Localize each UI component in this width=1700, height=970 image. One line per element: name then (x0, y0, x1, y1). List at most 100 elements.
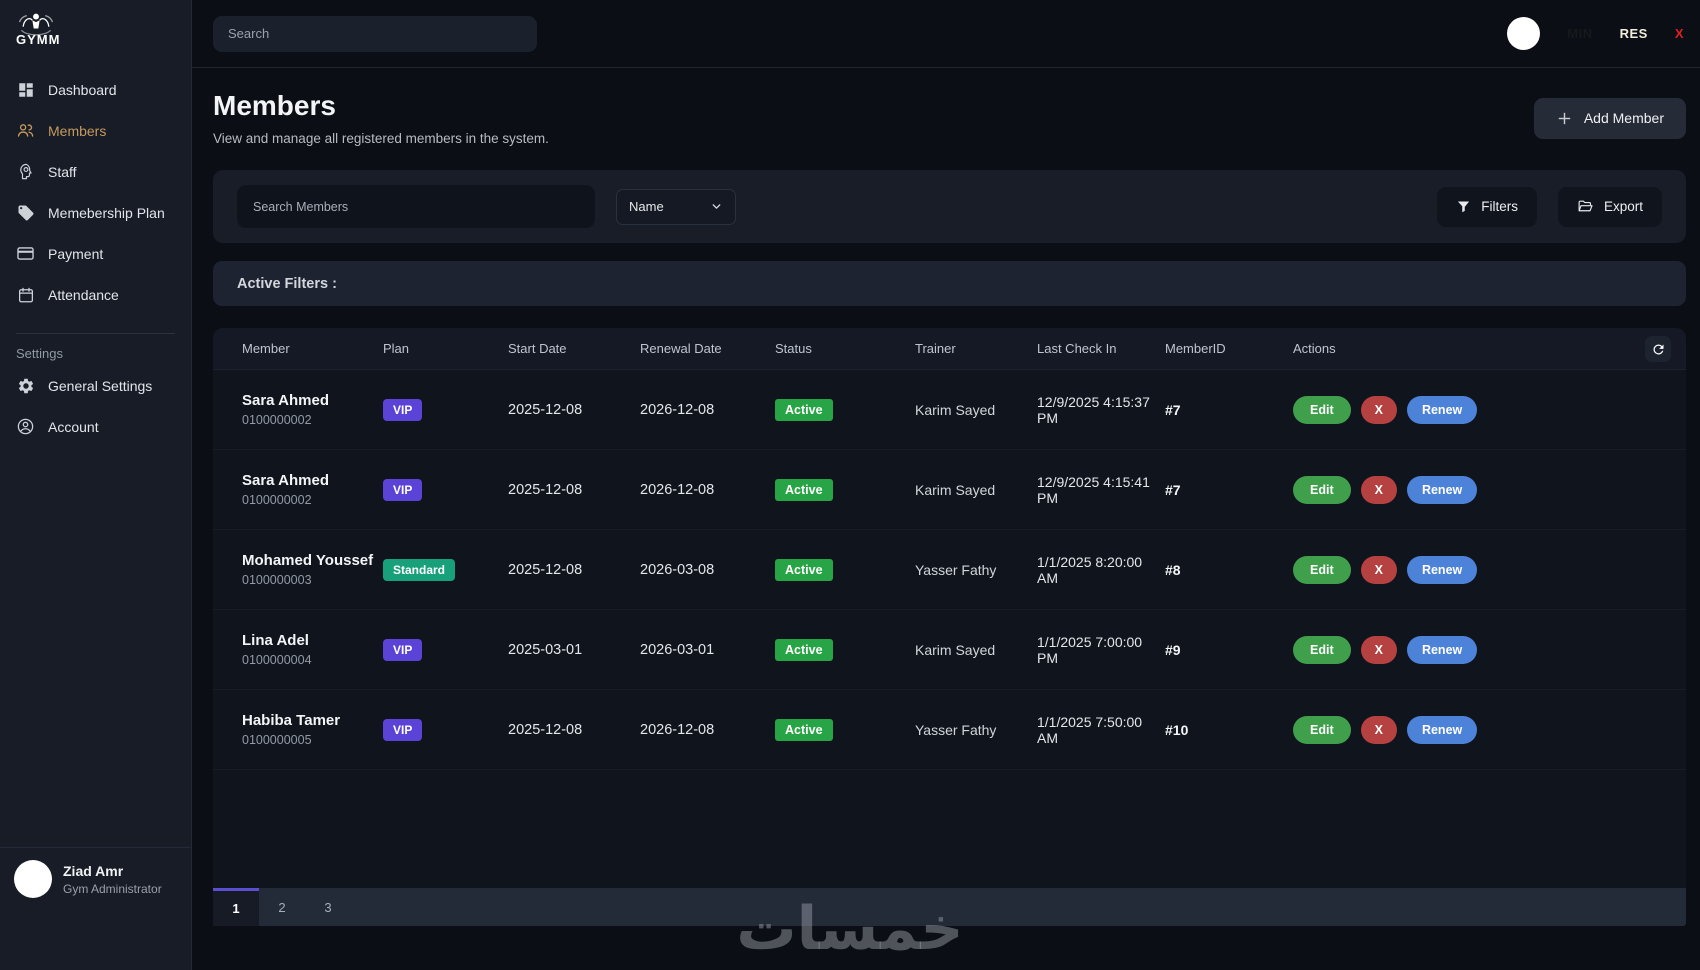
column-header-start-date: Start Date (508, 341, 640, 356)
dashboard-grid-icon (16, 80, 35, 99)
start-date-cell: 2025-12-08 (508, 482, 640, 498)
renew-button[interactable]: Renew (1407, 716, 1477, 744)
sidebar-item-members[interactable]: Members (0, 110, 191, 151)
folder-icon (1577, 198, 1594, 215)
table-row: Mohamed Youssef 0100000003 Standard 2025… (213, 530, 1686, 610)
calendar-icon (16, 285, 35, 304)
renew-button[interactable]: Renew (1407, 476, 1477, 504)
sidebar: GYMM Dashboard Members (0, 0, 192, 970)
filters-button[interactable]: Filters (1437, 187, 1537, 227)
last-check-in-cell: 1/1/2025 7:50:00 AM (1037, 714, 1165, 746)
trainer-cell: Yasser Fathy (915, 722, 1037, 738)
last-check-in-cell: 12/9/2025 4:15:37 PM (1037, 394, 1165, 426)
sidebar-user-profile[interactable]: Ziad Amr Gym Administrator (0, 847, 191, 912)
edit-button[interactable]: Edit (1293, 556, 1351, 584)
member-id-cell: #7 (1165, 402, 1293, 418)
member-cell: Sara Ahmed 0100000002 (242, 392, 383, 427)
window-minimize-button[interactable]: MIN (1567, 26, 1592, 41)
delete-button[interactable]: X (1361, 556, 1397, 584)
plan-badge: VIP (383, 399, 422, 421)
trainer-cell: Yasser Fathy (915, 562, 1037, 578)
delete-button[interactable]: X (1361, 396, 1397, 424)
member-cell: Lina Adel 0100000004 (242, 632, 383, 667)
renew-button[interactable]: Renew (1407, 636, 1477, 664)
user-role: Gym Administrator (63, 882, 162, 896)
refresh-button[interactable] (1645, 336, 1671, 362)
start-date-cell: 2025-12-08 (508, 722, 640, 738)
sidebar-item-label: General Settings (48, 378, 152, 394)
global-search-input[interactable] (213, 16, 537, 52)
member-name: Lina Adel (242, 632, 383, 649)
members-table: Member Plan Start Date Renewal Date Stat… (213, 328, 1686, 926)
actions-cell: Edit X Renew (1293, 556, 1666, 584)
add-member-button[interactable]: Add Member (1534, 98, 1686, 139)
member-phone: 0100000004 (242, 653, 383, 667)
sidebar-item-label: Payment (48, 246, 103, 262)
plus-icon (1556, 110, 1573, 127)
edit-button[interactable]: Edit (1293, 716, 1351, 744)
pagination-bar: 1 2 3 (213, 888, 1686, 926)
export-button[interactable]: Export (1558, 187, 1662, 227)
member-name: Mohamed Youssef (242, 552, 383, 569)
delete-button[interactable]: X (1361, 716, 1397, 744)
renew-button[interactable]: Renew (1407, 556, 1477, 584)
plan-badge: VIP (383, 479, 422, 501)
member-phone: 0100000002 (242, 413, 383, 427)
filter-panel: Name Filters Export (213, 170, 1686, 243)
sidebar-item-account[interactable]: Account (0, 406, 191, 447)
members-page: Members View and manage all registered m… (192, 68, 1700, 970)
sidebar-nav: Dashboard Members Staff (0, 55, 191, 315)
renewal-date-cell: 2026-12-08 (640, 482, 775, 498)
column-header-actions: Actions (1293, 341, 1666, 356)
actions-cell: Edit X Renew (1293, 396, 1666, 424)
topbar-avatar[interactable] (1507, 17, 1540, 50)
plan-badge: Standard (383, 559, 455, 581)
edit-button[interactable]: Edit (1293, 636, 1351, 664)
pagination-page-3[interactable]: 3 (305, 888, 351, 926)
delete-button[interactable]: X (1361, 476, 1397, 504)
sidebar-item-staff[interactable]: Staff (0, 151, 191, 192)
table-row: Sara Ahmed 0100000002 VIP 2025-12-08 202… (213, 370, 1686, 450)
pagination-page-2[interactable]: 2 (259, 888, 305, 926)
tag-icon (16, 203, 35, 222)
active-filters-label: Active Filters : (237, 276, 337, 292)
member-cell: Mohamed Youssef 0100000003 (242, 552, 383, 587)
member-name: Sara Ahmed (242, 472, 383, 489)
edit-button[interactable]: Edit (1293, 396, 1351, 424)
user-name: Ziad Amr (63, 863, 162, 879)
sidebar-item-label: Memebership Plan (48, 205, 165, 221)
page-title: Members (213, 90, 549, 122)
column-header-last-check-in: Last Check In (1037, 341, 1165, 356)
pagination-page-1[interactable]: 1 (213, 888, 259, 926)
actions-cell: Edit X Renew (1293, 476, 1666, 504)
member-phone: 0100000005 (242, 733, 383, 747)
sidebar-item-membership-plan[interactable]: Memebership Plan (0, 192, 191, 233)
sidebar-item-general-settings[interactable]: General Settings (0, 365, 191, 406)
settings-section-label: Settings (0, 334, 191, 365)
trainer-cell: Karim Sayed (915, 482, 1037, 498)
start-date-cell: 2025-03-01 (508, 642, 640, 658)
member-phone: 0100000002 (242, 493, 383, 507)
delete-button[interactable]: X (1361, 636, 1397, 664)
last-check-in-cell: 1/1/2025 7:00:00 PM (1037, 634, 1165, 666)
status-badge: Active (775, 559, 833, 581)
column-header-trainer: Trainer (915, 341, 1037, 356)
members-search-input[interactable] (237, 185, 595, 228)
funnel-icon (1456, 199, 1471, 214)
sidebar-item-dashboard[interactable]: Dashboard (0, 69, 191, 110)
window-restore-button[interactable]: RES (1620, 26, 1648, 41)
table-row: Sara Ahmed 0100000002 VIP 2025-12-08 202… (213, 450, 1686, 530)
window-close-button[interactable]: X (1675, 26, 1684, 41)
edit-button[interactable]: Edit (1293, 476, 1351, 504)
sidebar-item-payment[interactable]: Payment (0, 233, 191, 274)
plan-badge: VIP (383, 639, 422, 661)
sidebar-item-attendance[interactable]: Attendance (0, 274, 191, 315)
app-logo: GYMM (0, 0, 191, 55)
last-check-in-cell: 1/1/2025 8:20:00 AM (1037, 554, 1165, 586)
renew-button[interactable]: Renew (1407, 396, 1477, 424)
main-area: MIN RES X Members View and manage all re… (192, 0, 1700, 970)
logo-text: GYMM (16, 32, 177, 47)
actions-cell: Edit X Renew (1293, 636, 1666, 664)
sort-by-select[interactable]: Name (616, 189, 736, 225)
trainer-cell: Karim Sayed (915, 642, 1037, 658)
